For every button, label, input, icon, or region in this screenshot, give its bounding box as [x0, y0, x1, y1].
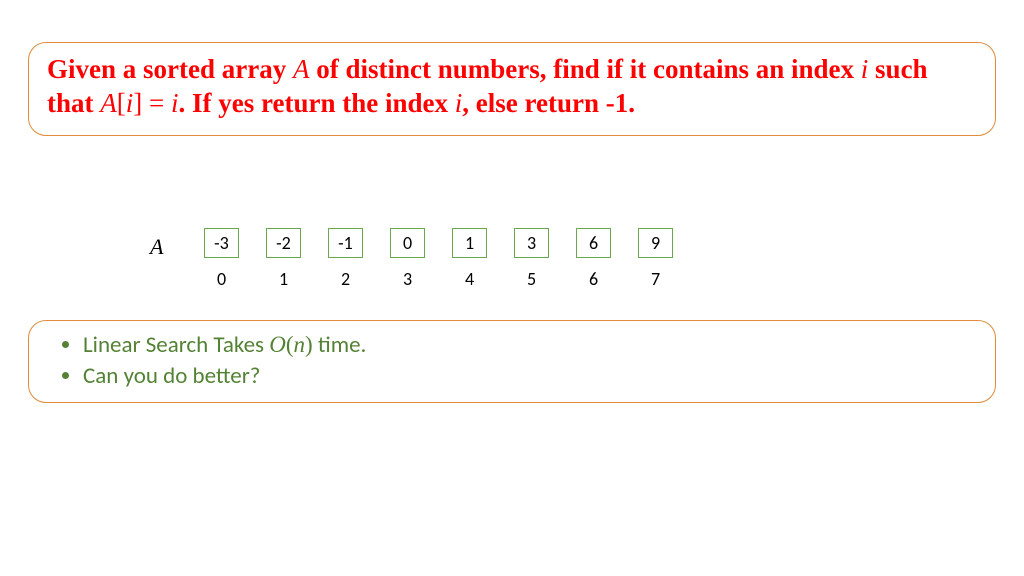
array-cell: 0 — [390, 228, 425, 258]
note-item-linear-search: Linear Search Takes O(n) time. — [83, 329, 977, 361]
note-text: Linear Search Takes — [83, 331, 269, 359]
array-index: 6 — [576, 268, 611, 290]
text-seg: Given a sorted array — [47, 54, 293, 84]
text-seg: , else return -1. — [462, 88, 635, 118]
array-index: 0 — [204, 268, 239, 290]
array-cells-row: -3 -2 -1 0 1 3 6 9 — [204, 228, 673, 258]
problem-statement-box: Given a sorted array A of distinct numbe… — [28, 42, 996, 136]
big-o-O: O — [269, 332, 286, 357]
note-text: time. — [313, 331, 367, 359]
array-cell: -2 — [266, 228, 301, 258]
array-index: 5 — [514, 268, 549, 290]
eq-i2: i — [171, 88, 179, 118]
text-seg: . If yes return the index — [179, 88, 455, 118]
array-cell: -1 — [328, 228, 363, 258]
big-o-paren: ( — [286, 332, 294, 357]
array-index: 7 — [638, 268, 673, 290]
array-index: 2 — [328, 268, 363, 290]
array-cell: -3 — [204, 228, 239, 258]
var-A: A — [293, 54, 310, 84]
problem-statement-text: Given a sorted array A of distinct numbe… — [47, 53, 977, 121]
array-cell: 1 — [452, 228, 487, 258]
eq-equals: = — [142, 88, 171, 118]
eq-bracket: [ — [117, 88, 126, 118]
array-index: 1 — [266, 268, 301, 290]
note-item-do-better: Can you do better? — [83, 361, 977, 392]
text-seg: of distinct numbers, find if it contains… — [309, 54, 860, 84]
array-cell: 6 — [576, 228, 611, 258]
big-o-n: n — [294, 332, 306, 357]
eq-bracket: ] — [133, 88, 142, 118]
array-indices-row: 0 1 2 3 4 5 6 7 — [204, 268, 673, 290]
array-index: 4 — [452, 268, 487, 290]
notes-list: Linear Search Takes O(n) time. Can you d… — [69, 329, 977, 392]
array-cell: 9 — [638, 228, 673, 258]
eq-A: A — [100, 88, 117, 118]
array-cell: 3 — [514, 228, 549, 258]
big-o-paren: ) — [305, 332, 313, 357]
notes-box: Linear Search Takes O(n) time. Can you d… — [28, 320, 996, 403]
array-label: A — [150, 234, 163, 260]
array-index: 3 — [390, 268, 425, 290]
